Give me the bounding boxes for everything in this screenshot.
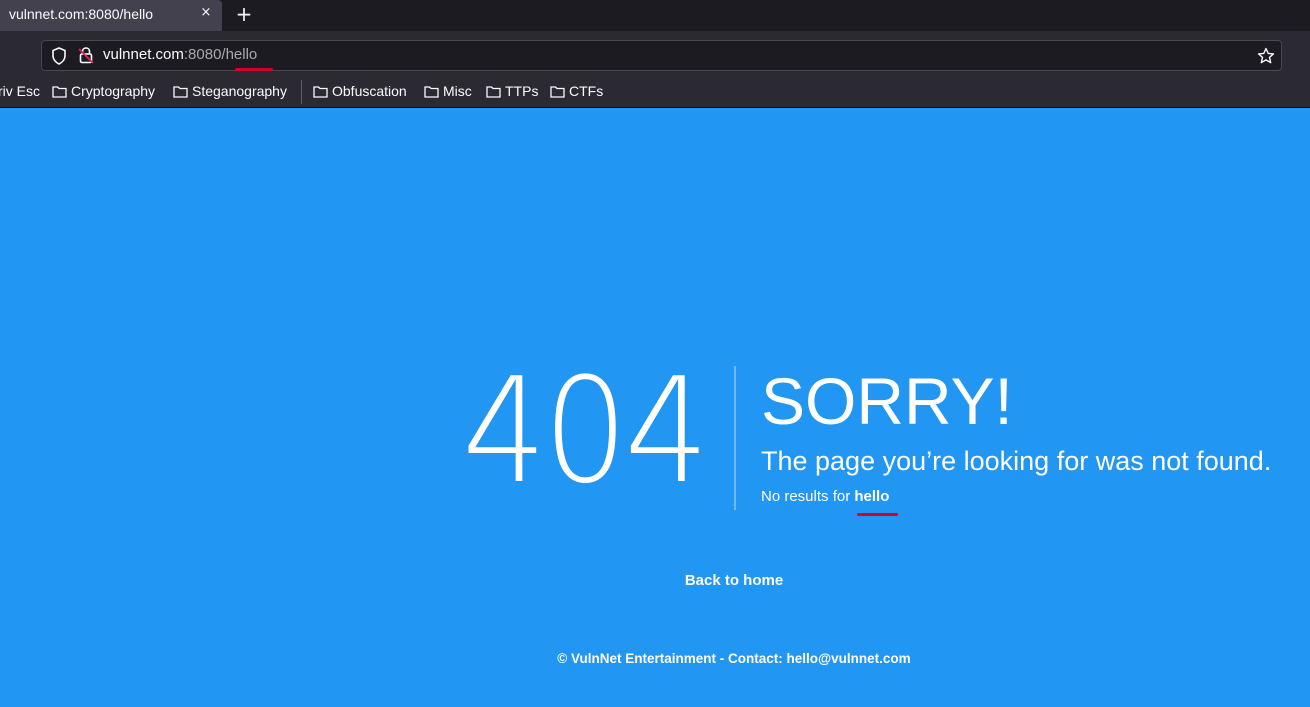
- folder-icon: [486, 85, 501, 98]
- bookmark-label: CTFs: [569, 83, 604, 99]
- bookmark-label: riv Esc: [0, 83, 40, 99]
- bookmark-label: TTPs: [505, 83, 539, 99]
- bookmarks-separator: [301, 80, 302, 104]
- no-results-prefix: No results for: [761, 488, 851, 505]
- url-text[interactable]: vulnnet.com:8080/hello: [103, 46, 257, 63]
- bookmark-label: Obfuscation: [332, 83, 407, 99]
- footer: © VulnNet Entertainment - Contact: hello…: [557, 651, 911, 666]
- search-term: hello: [854, 488, 890, 505]
- no-results-text: No results for hello: [761, 487, 889, 507]
- folder-icon: [313, 85, 328, 98]
- shield-icon[interactable]: [51, 47, 67, 65]
- bookmark-folder-ttps[interactable]: TTPs: [486, 82, 538, 100]
- new-tab-button[interactable]: +: [233, 3, 255, 25]
- url-host: vulnnet.com: [103, 46, 184, 63]
- back-to-home-link[interactable]: Back to home: [0, 571, 1310, 591]
- bookmark-label: Steganography: [192, 83, 287, 99]
- error-message: The page you’re looking for was not foun…: [761, 446, 1272, 476]
- folder-icon: [550, 85, 565, 98]
- bookmark-label: Misc: [443, 83, 472, 99]
- bookmark-folder-cryptography[interactable]: Cryptography: [52, 82, 155, 100]
- folder-icon: [173, 85, 188, 98]
- bookmark-folder-obfuscation[interactable]: Obfuscation: [313, 82, 407, 100]
- active-tab[interactable]: vulnnet.com:8080/hello ×: [0, 0, 222, 31]
- folder-icon: [52, 85, 67, 98]
- bookmark-folder-ctfs[interactable]: CTFs: [550, 82, 603, 100]
- vertical-divider: [734, 366, 736, 510]
- bookmark-priv-esc[interactable]: riv Esc: [0, 82, 40, 100]
- tab-title: vulnnet.com:8080/hello: [9, 6, 153, 22]
- bookmarks-toolbar: riv Esc Cryptography Steganography Obfus…: [0, 76, 1310, 108]
- url-path: :8080/hello: [183, 46, 258, 63]
- search-term-annotation-underline: [857, 513, 898, 516]
- address-bar[interactable]: vulnnet.com:8080/hello: [41, 40, 1282, 71]
- folder-icon: [424, 85, 439, 98]
- bookmark-folder-misc[interactable]: Misc: [424, 82, 472, 100]
- bookmark-star-icon[interactable]: [1257, 47, 1275, 65]
- bookmark-label: Cryptography: [71, 83, 156, 99]
- bookmark-folder-steganography[interactable]: Steganography: [173, 82, 287, 100]
- close-tab-icon[interactable]: ×: [198, 5, 214, 21]
- navigation-bar: vulnnet.com:8080/hello: [0, 31, 1310, 76]
- error-code: 404: [462, 347, 709, 516]
- insecure-lock-icon[interactable]: [78, 46, 94, 64]
- back-to-home-label[interactable]: Back to home: [685, 572, 783, 589]
- url-annotation-underline: [235, 68, 273, 71]
- tab-strip: vulnnet.com:8080/hello × +: [0, 0, 1310, 31]
- error-heading: SORRY!: [761, 364, 1013, 438]
